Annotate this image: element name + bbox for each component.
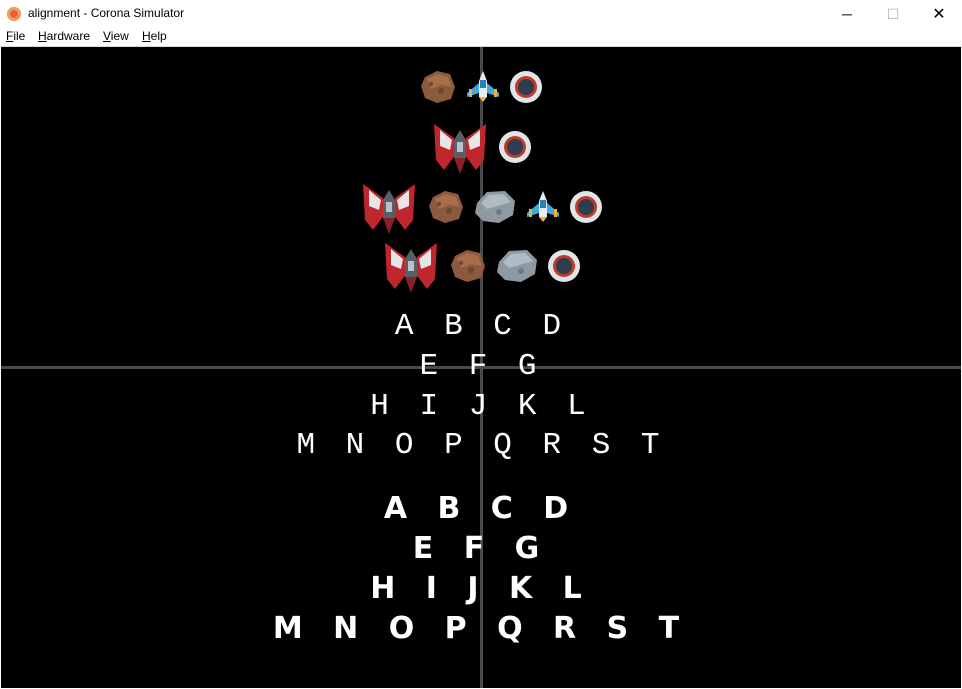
target-ring-sprite	[498, 130, 532, 164]
ship-blue-sprite	[525, 191, 561, 223]
asteroid-brown-sprite	[419, 69, 457, 105]
ship-red-sprite	[430, 120, 490, 174]
sans-line-1: A B C D	[383, 491, 579, 526]
sans-line-3: H I J K L	[370, 571, 592, 606]
serif-line-3: H I J K L	[370, 389, 592, 424]
title-bar: alignment - Corona Simulator ─ ☐ ✕	[0, 0, 962, 28]
asteroid-gray-sprite	[495, 248, 539, 284]
sans-line-2: E F G	[412, 531, 550, 566]
asteroid-brown-sprite	[427, 189, 465, 225]
corona-app-icon	[7, 7, 21, 21]
ship-red-sprite	[381, 239, 441, 293]
asteroid-gray-sprite	[473, 189, 517, 225]
menu-bar: File Hardware View Help	[0, 28, 962, 47]
menu-file[interactable]: File	[6, 29, 25, 43]
ship-red-sprite	[359, 180, 419, 234]
target-ring-sprite	[509, 70, 543, 104]
asteroid-brown-sprite	[449, 248, 487, 284]
simulator-canvas[interactable]: A B C D E F G H I J K L M N O P Q R S T …	[1, 47, 961, 688]
minimize-button[interactable]: ─	[824, 0, 870, 28]
ship-blue-sprite	[465, 71, 501, 103]
serif-line-4: M N O P Q R S T	[296, 428, 666, 463]
target-ring-sprite	[547, 249, 581, 283]
window-title: alignment - Corona Simulator	[28, 6, 185, 20]
menu-hardware[interactable]: Hardware	[38, 29, 90, 43]
target-ring-sprite	[569, 190, 603, 224]
close-button[interactable]: ✕	[916, 0, 962, 28]
serif-line-1: A B C D	[394, 309, 568, 344]
menu-view[interactable]: View	[103, 29, 129, 43]
maximize-button[interactable]: ☐	[870, 0, 916, 28]
serif-line-2: E F G	[419, 349, 543, 384]
sans-line-4: M N O P Q R S T	[272, 611, 690, 646]
menu-help[interactable]: Help	[142, 29, 167, 43]
